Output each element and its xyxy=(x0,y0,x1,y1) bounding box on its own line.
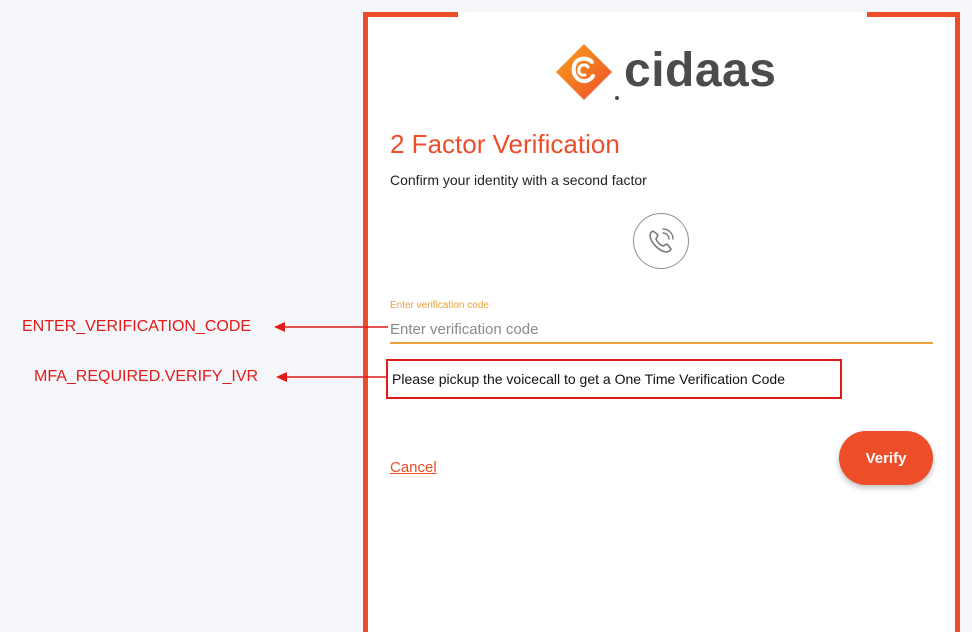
page-title: 2 Factor Verification xyxy=(390,129,620,159)
phone-call-icon xyxy=(649,228,674,253)
annotation-code-key: ENTER_VERIFICATION_CODE xyxy=(22,318,252,335)
cancel-link[interactable]: Cancel xyxy=(390,459,437,476)
annotation-arrowhead-info xyxy=(276,372,287,382)
verification-code-label: Enter verification code xyxy=(390,300,489,311)
annotation-info-key: MFA_REQUIRED.VERIFY_IVR xyxy=(34,368,259,385)
ivr-info-message: Please pickup the voicecall to get a One… xyxy=(386,359,842,399)
page-subtitle: Confirm your identity with a second fact… xyxy=(390,172,647,188)
card-top-border-right xyxy=(867,12,960,17)
brand-wordmark: cidaas xyxy=(624,44,777,97)
verify-button[interactable]: Verify xyxy=(839,431,933,485)
verification-code-input[interactable] xyxy=(390,316,933,344)
annotation-arrowhead-code xyxy=(274,322,285,332)
card-top-border-left xyxy=(363,12,458,17)
factor-icon-badge xyxy=(633,213,689,269)
ivr-info-text: Please pickup the voicecall to get a One… xyxy=(392,371,785,387)
